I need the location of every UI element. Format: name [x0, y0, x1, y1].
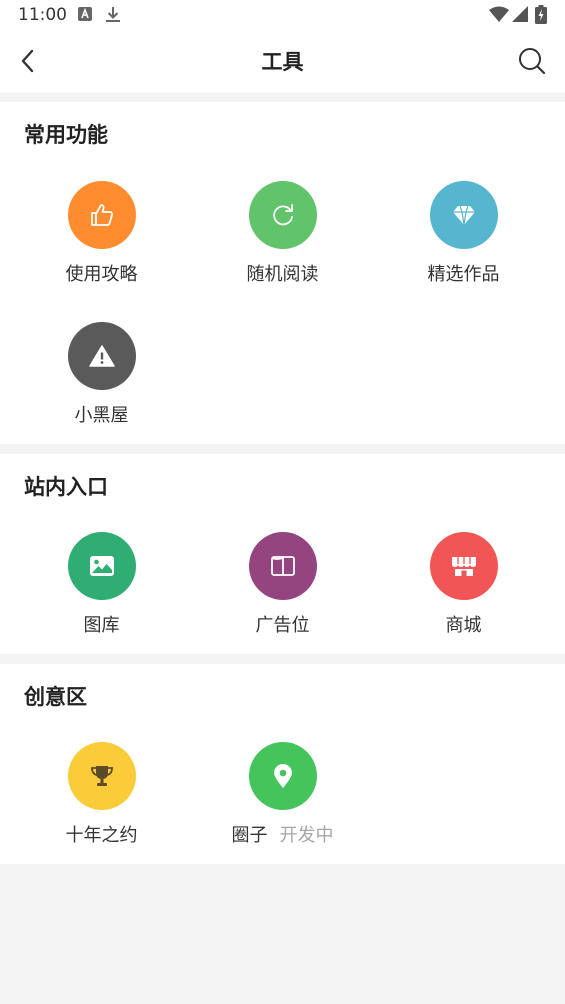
search-button[interactable]: [517, 46, 547, 76]
tool-label-row: 圈子 开发中: [192, 821, 373, 847]
image-icon: [67, 532, 136, 600]
diamond-icon: [429, 181, 498, 249]
entry-gallery[interactable]: 图库: [11, 532, 192, 637]
tool-label: 圈子: [231, 825, 268, 846]
entry-ad-slot[interactable]: 广告位: [192, 532, 373, 637]
status-time: 11:00: [18, 5, 67, 25]
trophy-icon: [67, 742, 136, 810]
tool-label: 商城: [445, 615, 482, 636]
warning-icon: [67, 322, 136, 390]
thumbs-up-icon: [67, 181, 136, 249]
tool-usage-guide[interactable]: 使用攻略: [11, 181, 192, 286]
tool-blackroom[interactable]: 小黑屋: [11, 322, 192, 427]
section-site-entrances: 站内入口 图库 广告位 商城: [0, 454, 565, 654]
section-creative-zone: 创意区 十年之约 圈子 开发中: [0, 664, 565, 864]
tool-label: 图库: [83, 615, 120, 636]
status-bar: 11:00: [0, 0, 565, 30]
signal-icon: [512, 6, 528, 26]
section-title: 常用功能: [24, 123, 108, 147]
download-icon: [105, 6, 121, 27]
tool-label: 使用攻略: [65, 264, 138, 285]
tool-random-read[interactable]: 随机阅读: [192, 181, 373, 286]
section-title: 站内入口: [24, 475, 108, 499]
creative-ten-year-pact[interactable]: 十年之约: [11, 742, 192, 847]
tool-featured-works[interactable]: 精选作品: [373, 181, 554, 286]
a-badge-icon: [78, 6, 92, 25]
tool-label: 精选作品: [427, 264, 500, 285]
tool-label: 随机阅读: [246, 264, 319, 285]
book-open-icon: [248, 532, 317, 600]
tool-label: 十年之约: [65, 825, 138, 846]
app-bar: 工具: [0, 30, 565, 93]
tool-label: 广告位: [255, 615, 310, 636]
status-badge: 开发中: [279, 825, 334, 846]
tool-label: 小黑屋: [74, 405, 129, 426]
creative-circle[interactable]: 圈子 开发中: [192, 742, 373, 847]
search-icon: [519, 48, 546, 75]
refresh-icon: [248, 181, 317, 249]
wifi-icon: [489, 6, 509, 26]
entry-mall[interactable]: 商城: [373, 532, 554, 637]
section-common-functions: 常用功能 使用攻略 随机阅读 精选作品 小黑屋: [0, 102, 565, 444]
store-icon: [429, 532, 498, 600]
page-title: 工具: [261, 50, 304, 74]
battery-charging-icon: [535, 5, 547, 28]
section-title: 创意区: [24, 685, 87, 709]
location-pin-icon: [248, 742, 317, 810]
